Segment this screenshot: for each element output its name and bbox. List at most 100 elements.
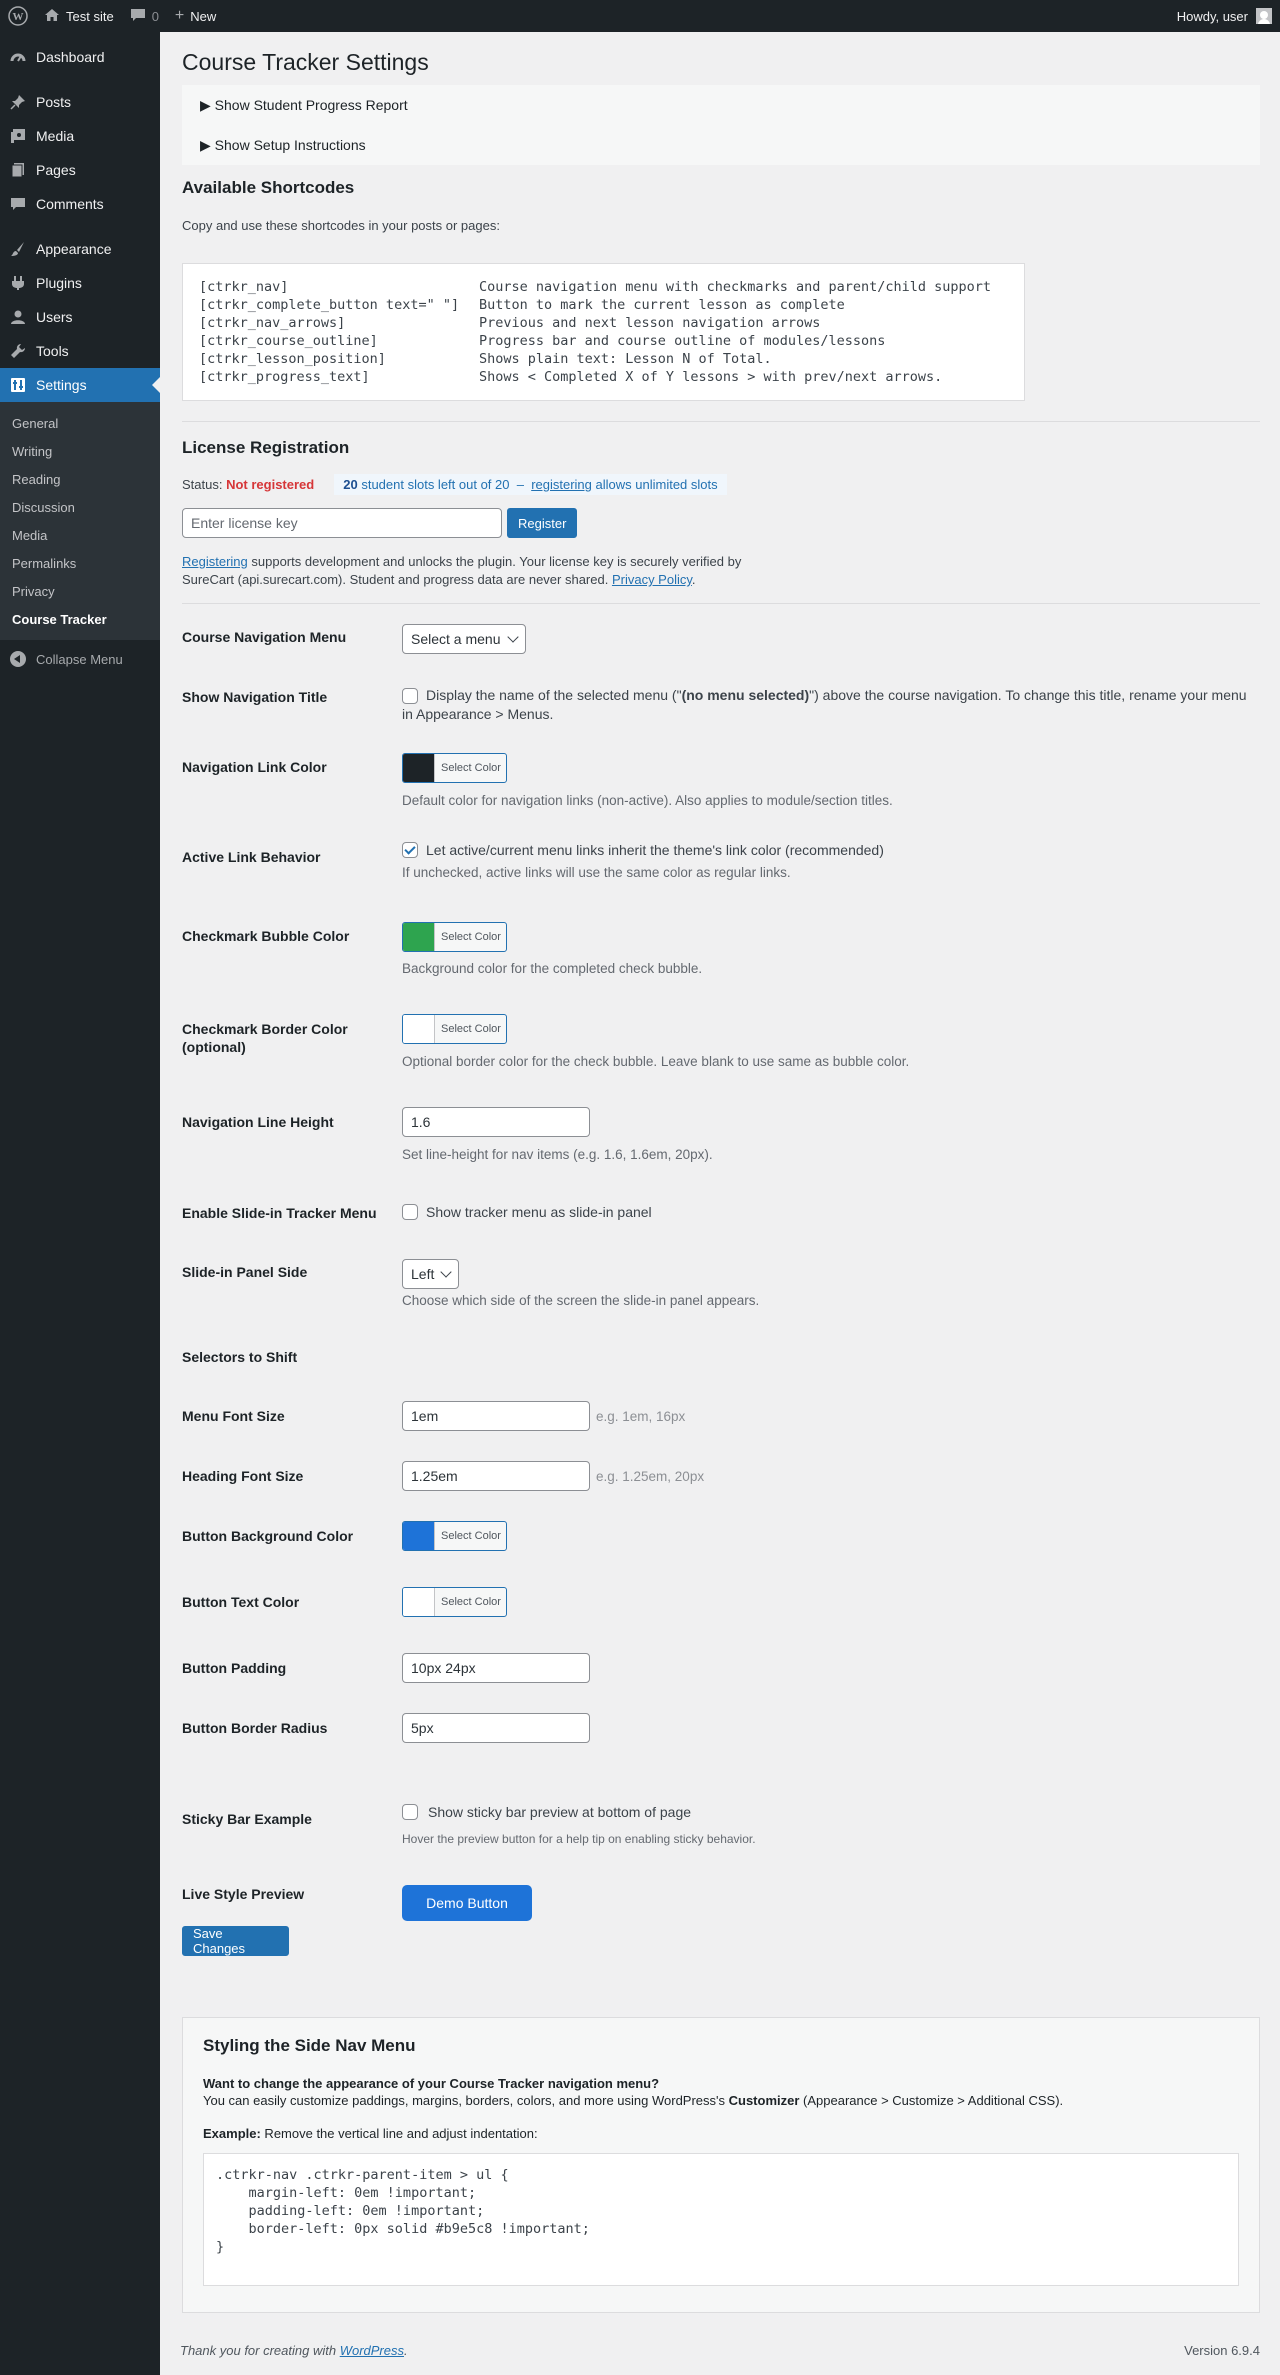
sticky-bar-checkbox[interactable] <box>402 1804 418 1820</box>
registering-note-link[interactable]: Registering <box>182 554 248 569</box>
site-name-link[interactable]: Test site <box>36 0 122 32</box>
registering-link[interactable]: registering <box>531 477 592 492</box>
demo-button[interactable]: Demo Button <box>402 1885 532 1921</box>
color-swatch <box>403 1522 435 1550</box>
collapse-menu-button[interactable]: Collapse Menu <box>0 642 160 676</box>
slots-notice: 20 student slots left out of 20 – regist… <box>334 474 727 495</box>
show-title-text-pre: Display the name of the selected menu (" <box>426 687 682 703</box>
sidebar-item-tools[interactable]: Tools <box>0 334 160 368</box>
shortcodes-heading: Available Shortcodes <box>182 178 355 197</box>
label-line1: Checkmark Border Color <box>182 1021 348 1037</box>
collapse-icon <box>10 651 26 667</box>
submenu-item-reading[interactable]: Reading <box>0 465 160 493</box>
sidebar-item-label: Appearance <box>36 241 112 257</box>
shortcode-desc: Progress bar and course outline of modul… <box>479 333 886 349</box>
panel-side-select[interactable]: Left <box>402 1259 460 1289</box>
settings-icon <box>10 377 26 393</box>
setting-label: Button Border Radius <box>182 1720 328 1736</box>
setting-label: Button Text Color <box>182 1594 300 1610</box>
pushpin-icon <box>10 94 26 110</box>
button-radius-input[interactable]: 5px <box>402 1713 590 1743</box>
styling-example: Example: Remove the vertical line and ad… <box>203 2126 1239 2141</box>
setting-label: Course Navigation Menu <box>182 629 347 645</box>
save-changes-button[interactable]: Save Changes <box>182 1926 289 1956</box>
link-color-desc: Default color for navigation links (non-… <box>402 793 893 808</box>
slide-in-checkbox[interactable] <box>402 1204 418 1220</box>
setting-label: Enable Slide-in Tracker Menu <box>182 1205 377 1221</box>
license-status-row: Status: Not registered 20 student slots … <box>182 474 727 495</box>
collapse-label: Collapse Menu <box>36 651 123 667</box>
divider <box>182 603 1260 604</box>
sticky-bar-desc: Hover the preview button for a help tip … <box>402 1832 756 1846</box>
setting-label: Heading Font Size <box>182 1468 304 1484</box>
line-height-input[interactable]: 1.6 <box>402 1107 590 1137</box>
shortcodes-intro: Copy and use these shortcodes in your po… <box>182 218 500 233</box>
license-key-input[interactable]: Enter license key <box>182 508 502 538</box>
submenu-item-discussion[interactable]: Discussion <box>0 493 160 521</box>
sidebar-item-plugins[interactable]: Plugins <box>0 266 160 300</box>
slots-tail: allows unlimited slots <box>595 477 718 492</box>
site-name: Test site <box>66 8 114 24</box>
register-button[interactable]: Register <box>507 508 578 538</box>
shortcode-code: [ctrkr_nav] <box>199 279 289 295</box>
sidebar-item-label: Plugins <box>36 275 82 291</box>
submenu-item-media[interactable]: Media <box>0 521 160 549</box>
footer-thanks-text: Thank you for creating with <box>180 2343 337 2358</box>
setting-label: Sticky Bar Example <box>182 1811 312 1827</box>
new-label: New <box>190 8 217 24</box>
submenu-item-permalinks[interactable]: Permalinks <box>0 549 160 577</box>
label-line2: (optional) <box>182 1039 246 1055</box>
my-account[interactable]: Howdy, user <box>1177 0 1272 32</box>
sidebar-item-media[interactable]: Media <box>0 119 160 153</box>
show-title-checkbox[interactable] <box>402 688 418 704</box>
privacy-policy-link[interactable]: Privacy Policy <box>612 572 692 587</box>
heading-font-size-input[interactable]: 1.25em <box>402 1461 590 1491</box>
setting-label: Active Link Behavior <box>182 849 321 865</box>
sidebar-item-dashboard[interactable]: Dashboard <box>0 40 160 74</box>
color-swatch <box>403 1015 435 1043</box>
sidebar-item-posts[interactable]: Posts <box>0 85 160 119</box>
sidebar-item-comments[interactable]: Comments <box>0 187 160 221</box>
settings-submenu: General Writing Reading Discussion Media… <box>0 402 160 640</box>
button-text-color-picker[interactable]: Select Color <box>402 1587 507 1617</box>
shortcode-desc: Shows plain text: Lesson N of Total. <box>479 351 772 367</box>
submenu-item-privacy[interactable]: Privacy <box>0 577 160 605</box>
new-content-link[interactable]: + New <box>167 0 224 32</box>
footer-period: . <box>404 2343 408 2358</box>
sidebar-item-settings[interactable]: Settings <box>0 368 160 402</box>
color-swatch <box>403 1588 435 1616</box>
svg-text:W: W <box>13 11 24 23</box>
setup-instructions-toggle[interactable]: ▶ Show Setup Instructions <box>200 125 1242 165</box>
setting-label: Navigation Line Height <box>182 1114 334 1130</box>
submenu-item-general[interactable]: General <box>0 409 160 437</box>
heading-font-size-hint: e.g. 1.25em, 20px <box>596 1468 705 1484</box>
show-title-text-bold: (no menu selected) <box>681 687 810 703</box>
link-color-picker[interactable]: Select Color <box>402 753 507 783</box>
shortcode-code: [ctrkr_nav_arrows] <box>199 315 346 331</box>
border-color-picker[interactable]: Select Color <box>402 1014 507 1044</box>
bubble-color-picker[interactable]: Select Color <box>402 922 507 952</box>
sidebar-item-pages[interactable]: Pages <box>0 153 160 187</box>
setting-label: Button Background Color <box>182 1528 354 1544</box>
sidebar-item-label: Users <box>36 309 73 325</box>
comments-link[interactable]: 0 <box>122 0 167 32</box>
button-padding-input[interactable]: 10px 24px <box>402 1653 590 1683</box>
example-text: Remove the vertical line and adjust inde… <box>260 2126 538 2141</box>
sidebar-item-users[interactable]: Users <box>0 300 160 334</box>
student-progress-toggle[interactable]: ▶ Show Student Progress Report <box>200 85 1242 125</box>
shortcode-code: [ctrkr_course_outline] <box>199 333 378 349</box>
plugin-icon <box>10 275 26 291</box>
sidebar-item-appearance[interactable]: Appearance <box>0 232 160 266</box>
menu-font-size-input[interactable]: 1em <box>402 1401 590 1431</box>
license-note-end: . <box>691 572 696 587</box>
button-bg-color-picker[interactable]: Select Color <box>402 1521 507 1551</box>
menu-font-size-hint: e.g. 1em, 16px <box>596 1408 686 1424</box>
wordpress-logo-icon[interactable]: W <box>0 0 36 32</box>
select-color-label: Select Color <box>441 1596 501 1608</box>
nav-menu-select[interactable]: Select a menu <box>402 624 526 654</box>
wordpress-link[interactable]: WordPress <box>340 2343 404 2358</box>
active-link-checkbox[interactable] <box>402 842 418 858</box>
submenu-item-writing[interactable]: Writing <box>0 437 160 465</box>
submenu-item-course-tracker[interactable]: Course Tracker <box>0 605 160 633</box>
wrench-icon <box>10 343 26 359</box>
